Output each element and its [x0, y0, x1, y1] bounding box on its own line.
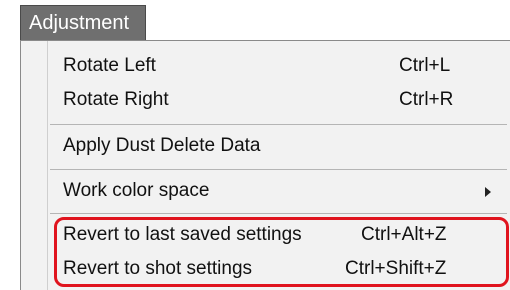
menu-item-label: Apply Dust Delete Data — [63, 135, 261, 156]
red-highlight-annotation — [54, 217, 509, 287]
menu-item-label: Rotate Left — [63, 55, 156, 76]
menu-item-rotate-right[interactable]: Rotate Right Ctrl+R — [21, 83, 510, 117]
menu-item-shortcut: Ctrl+L — [399, 55, 451, 76]
menu-item-work-color-space[interactable]: Work color space — [21, 174, 510, 208]
menu-separator — [50, 124, 507, 125]
menu-item-label: Work color space — [63, 180, 210, 201]
menu-separator — [50, 169, 507, 170]
submenu-arrow-icon — [485, 187, 491, 197]
adjustment-menu-tab-label: Adjustment — [29, 12, 130, 34]
adjustment-dropdown-menu: Rotate Left Ctrl+L Rotate Right Ctrl+R A… — [20, 40, 510, 290]
menu-item-label: Rotate Right — [63, 89, 169, 110]
menu-separator — [50, 213, 507, 214]
menu-item-rotate-left[interactable]: Rotate Left Ctrl+L — [21, 49, 510, 83]
menu-item-apply-dust-delete-data[interactable]: Apply Dust Delete Data — [21, 129, 510, 163]
adjustment-menu-tab[interactable]: Adjustment — [20, 5, 146, 41]
menu-item-shortcut: Ctrl+R — [399, 89, 454, 110]
